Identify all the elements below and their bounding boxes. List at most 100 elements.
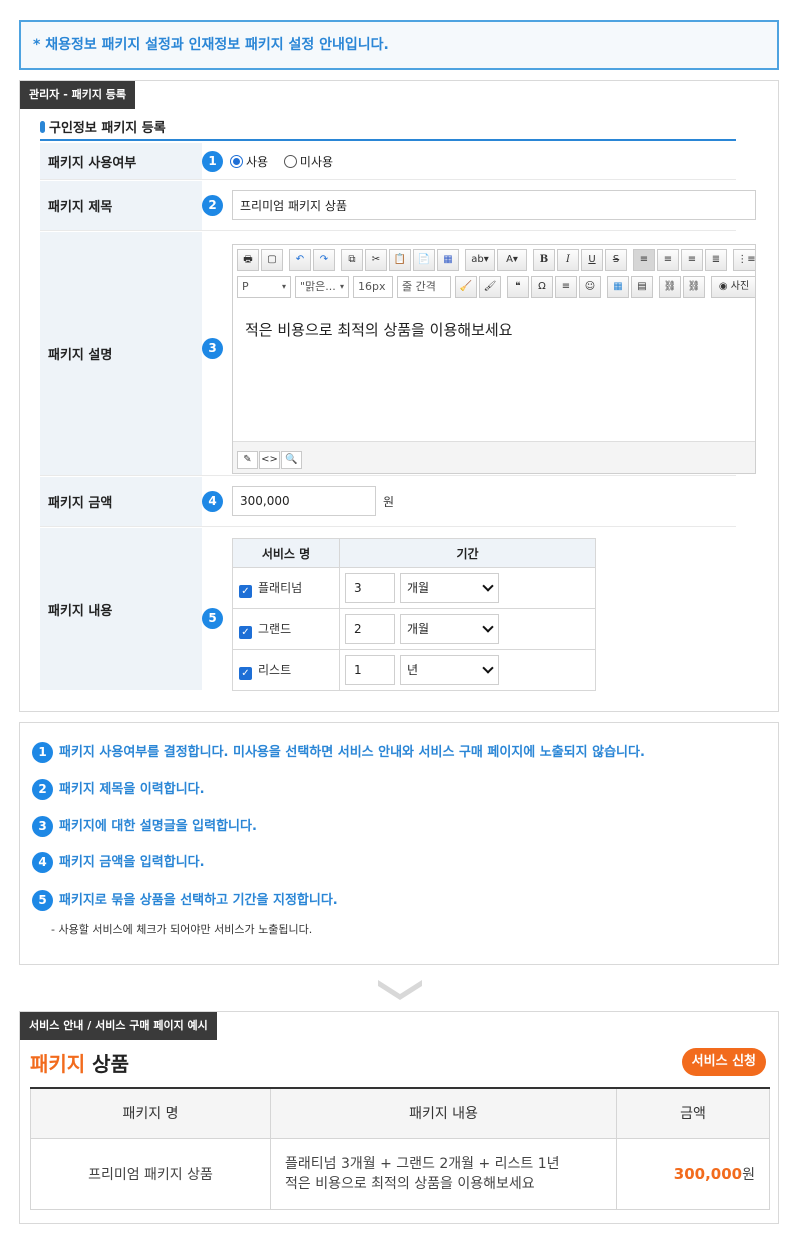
copy-icon[interactable]: ⧉	[341, 249, 363, 271]
highlight-icon[interactable]: ab▾	[465, 249, 495, 271]
unlink-icon[interactable]: ⛓	[683, 276, 705, 298]
align-right-icon[interactable]: ≡	[681, 249, 703, 271]
help-text: 패키지 제목을 이력합니다.	[59, 782, 205, 797]
row-use: 패키지 사용여부 1 사용 미사용	[40, 143, 736, 180]
strike-icon[interactable]: S	[605, 249, 627, 271]
radio-use-icon	[230, 155, 243, 168]
package-content-line1: 플래티넘 3개월 + 그랜드 2개월 + 리스트 1년	[285, 1155, 560, 1172]
hr-icon[interactable]: ≡	[555, 276, 577, 298]
help-badge: 4	[32, 852, 53, 873]
html-mode-icon[interactable]: <>	[259, 451, 280, 469]
size-select-value: 16px	[358, 280, 386, 293]
help-text: 패키지로 묶을 상품을 선택하고 기간을 지정합니다.	[59, 893, 338, 908]
grand-qty-input[interactable]: 2	[345, 614, 395, 644]
step-4-badge: 4	[202, 491, 223, 512]
service-name: 리스트	[258, 662, 292, 677]
label-price: 패키지 금액	[40, 477, 202, 526]
price-unit: 원	[383, 495, 395, 509]
omega-icon[interactable]: Ω	[531, 276, 553, 298]
platinum-checkbox[interactable]: ✓	[233, 581, 258, 598]
service-name: 플래티넘	[258, 580, 303, 595]
link-icon[interactable]: ⛓	[659, 276, 681, 298]
package-content-line2: 적은 비용으로 최적의 상품을 이용해보세요	[285, 1175, 535, 1192]
radio-unuse[interactable]: 미사용	[283, 155, 334, 169]
size-select[interactable]: 16px	[353, 276, 393, 298]
align-left-icon[interactable]: ≡	[633, 249, 655, 271]
align-center-icon[interactable]: ≡	[657, 249, 679, 271]
col-price: 금액	[616, 1087, 770, 1139]
photo-label: 사진	[730, 281, 750, 292]
apply-button[interactable]: 서비스 신청	[681, 1048, 766, 1076]
select-all-icon[interactable]: ▦	[437, 249, 459, 271]
paste-icon[interactable]: 📋	[389, 249, 411, 271]
font-color-icon[interactable]: A▾	[497, 249, 527, 271]
photo-button[interactable]: ◉ 사진	[711, 276, 755, 298]
radio-use[interactable]: 사용	[230, 155, 268, 169]
title-input[interactable]: 프리미엄 패키지 상품	[232, 190, 756, 220]
radio-use-label: 사용	[246, 155, 269, 169]
platinum-qty-input[interactable]: 3	[345, 573, 395, 603]
radio-unuse-label: 미사용	[299, 155, 334, 169]
list-qty-input[interactable]: 1	[345, 655, 395, 685]
help-badge: 1	[32, 742, 53, 763]
package-price-cell: 300,000원	[616, 1137, 770, 1210]
print-icon[interactable]: 🖶	[237, 249, 259, 271]
step-2-badge: 2	[202, 195, 223, 216]
col-package-name: 패키지 명	[30, 1087, 271, 1139]
list-checkbox[interactable]: ✓	[233, 663, 258, 680]
price-input[interactable]: 300,000	[232, 486, 376, 516]
grand-unit-select[interactable]: 개월	[400, 614, 499, 644]
label-title: 패키지 제목	[40, 181, 202, 230]
quote-icon[interactable]: ❝	[507, 276, 529, 298]
admin-panel: 관리자 - 패키지 등록 구인정보 패키지 등록 패키지 사용여부 1 사용 미…	[19, 80, 779, 712]
step-5-badge: 5	[202, 608, 223, 629]
undo-icon[interactable]: ↶	[289, 249, 311, 271]
row-price: 패키지 금액 4 300,000 원	[40, 477, 736, 527]
platinum-unit-select[interactable]: 개월	[400, 573, 499, 603]
edit-mode-icon[interactable]: ✎	[237, 451, 258, 469]
align-justify-icon[interactable]: ≣	[705, 249, 727, 271]
help-item-1: 1 패키지 사용여부를 결정합니다. 미사용을 선택하면 서비스 안내와 서비스 …	[32, 742, 645, 763]
new-doc-icon[interactable]: ▢	[261, 249, 283, 271]
check-icon: ✓	[239, 584, 252, 598]
format-select[interactable]: P ▾	[237, 276, 291, 298]
underline-icon[interactable]: U	[581, 249, 603, 271]
preview-mode-icon[interactable]: 🔍	[281, 451, 302, 469]
row-content: 패키지 내용 5 서비스 명 기간 ✓ 플래티넘 3 개월 ✓ 그랜드 2 개월	[40, 528, 736, 691]
line-height-value: 줄 간격	[402, 280, 436, 293]
eraser-icon[interactable]: 🧹	[455, 276, 477, 298]
cut-icon[interactable]: ✂	[365, 249, 387, 271]
preview-panel: 서비스 안내 / 서비스 구매 페이지 예시 패키지 상품 서비스 신청 패키지…	[19, 1011, 779, 1224]
italic-icon[interactable]: I	[557, 249, 579, 271]
font-select-value: "맑은...	[300, 280, 336, 293]
font-select[interactable]: "맑은... ▾	[295, 276, 349, 298]
editor-body[interactable]: 적은 비용으로 최적의 상품을 이용해보세요	[245, 319, 512, 340]
package-content-cell: 플래티넘 3개월 + 그랜드 2개월 + 리스트 1년 적은 비용으로 최적의 …	[270, 1137, 617, 1210]
paste-text-icon[interactable]: 📄	[413, 249, 435, 271]
emoji-icon[interactable]: ☺	[579, 276, 601, 298]
radio-unuse-icon	[283, 155, 297, 168]
label-use: 패키지 사용여부	[40, 143, 202, 179]
chevron-down-icon	[482, 621, 494, 633]
unit-select-value: 개월	[407, 622, 430, 636]
format-painter-icon[interactable]: 🖌	[479, 276, 501, 298]
table-row: ✓ 그랜드 2 개월	[232, 608, 596, 650]
line-height-select[interactable]: 줄 간격	[397, 276, 451, 298]
list-icon[interactable]: ⋮≡▾	[733, 249, 755, 271]
preview-tag: 서비스 안내 / 서비스 구매 페이지 예시	[20, 1012, 217, 1040]
period-header: 기간	[339, 538, 596, 568]
list-unit-select[interactable]: 년	[400, 655, 499, 685]
table-row: ✓ 리스트 1 년	[232, 649, 596, 691]
service-name-header: 서비스 명	[232, 538, 340, 568]
section-title: 구인정보 패키지 등록	[40, 117, 736, 141]
service-name: 그랜드	[258, 621, 292, 636]
grand-checkbox[interactable]: ✓	[233, 622, 258, 639]
step-3-badge: 3	[202, 338, 223, 359]
table-icon[interactable]: ▦	[607, 276, 629, 298]
table-edit-icon[interactable]: ▤	[631, 276, 653, 298]
redo-icon[interactable]: ↷	[313, 249, 335, 271]
editor-toolbar-2: P ▾ "맑은... ▾ 16px 줄 간격 🧹 🖌 ❝ Ω ≡ ☺ ▦ ▤ ⛓ ⛓ ◉ 사진	[237, 276, 755, 300]
bold-icon[interactable]: B	[533, 249, 555, 271]
help-item-5: 5 패키지로 묶을 상품을 선택하고 기간을 지정합니다.	[32, 890, 338, 911]
help-text: 패키지에 대한 설명글을 입력합니다.	[59, 819, 257, 834]
